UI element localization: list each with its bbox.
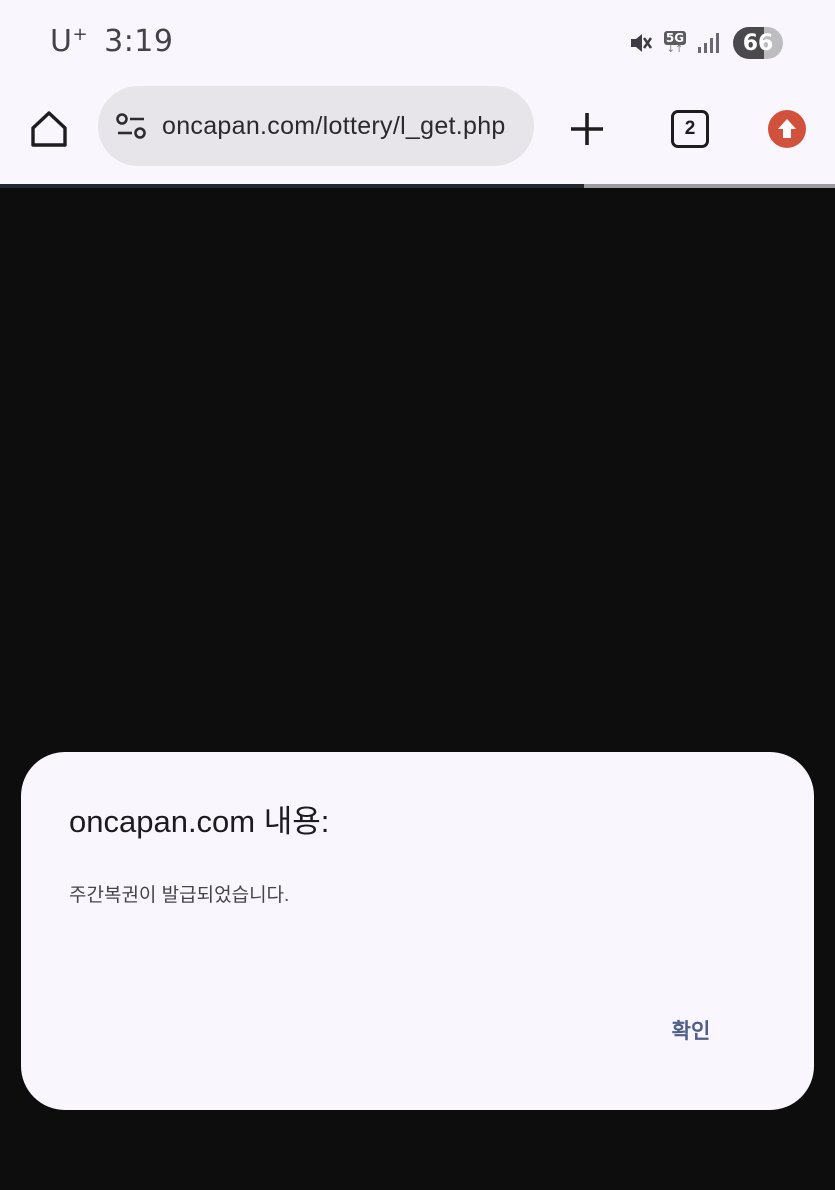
dialog-message: 주간복권이 발급되었습니다.: [69, 885, 290, 906]
tabs-icon[interactable]: 2: [671, 110, 709, 148]
url-text[interactable]: oncapan.com/lottery/l_get.php: [162, 112, 516, 141]
data-arrows: ↓↑: [666, 44, 684, 55]
address-bar[interactable]: oncapan.com/lottery/l_get.php: [98, 86, 534, 166]
tab-count: 2: [684, 118, 696, 139]
mute-icon: [631, 34, 653, 52]
browser-toolbar: oncapan.com/lottery/l_get.php 2: [0, 86, 835, 184]
status-icons: 5G ↓↑ 66: [627, 26, 783, 60]
dialog-title: oncapan.com 내용:: [69, 804, 330, 839]
update-arrow-icon: [778, 119, 796, 138]
update-icon[interactable]: [768, 110, 806, 148]
alert-dialog: oncapan.com 내용: 주간복권이 발급되었습니다. 확인: [21, 752, 814, 1110]
clock: 3:19: [104, 24, 174, 59]
plus-icon[interactable]: [568, 110, 606, 148]
home-icon[interactable]: [28, 108, 70, 150]
status-bar: U+ 3:19 5G ↓↑ 66: [0, 0, 835, 86]
ok-button[interactable]: 확인: [657, 1010, 725, 1050]
network-label: 5G: [663, 31, 687, 45]
battery-level: 66: [742, 30, 774, 56]
5g-data-icon: 5G ↓↑: [663, 31, 687, 55]
carrier-label: U: [50, 24, 73, 59]
page-load-progress-end: [584, 184, 835, 188]
tune-icon[interactable]: [114, 109, 148, 143]
carrier-time: U+ 3:19: [50, 24, 173, 59]
carrier-plus: +: [72, 24, 89, 45]
signal-icon: [698, 33, 719, 53]
battery-icon: 66: [733, 27, 783, 59]
